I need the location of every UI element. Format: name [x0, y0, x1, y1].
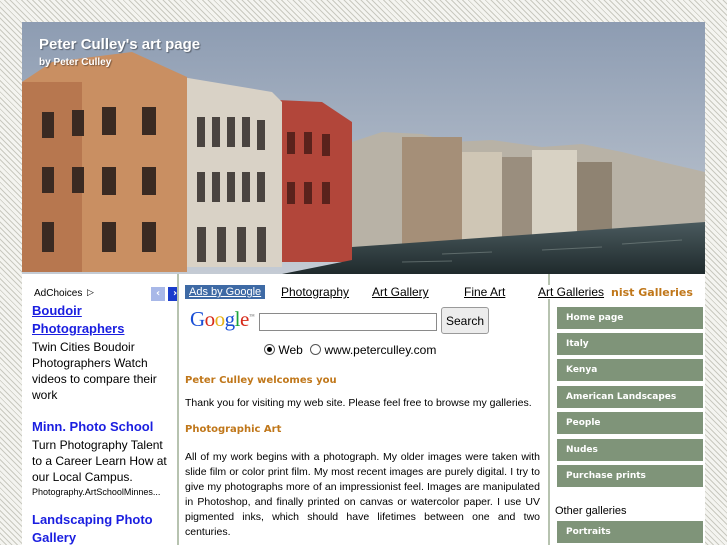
art-section: Photographic Art All of my work begins w… [185, 424, 540, 540]
google-logo-letter: g [224, 307, 236, 331]
ad-body: Turn Photography Talent to a Career Lear… [32, 438, 167, 484]
art-text: All of my work begins with a photograph.… [185, 451, 540, 538]
radio-web-label: Web [278, 343, 303, 357]
ad-title-line: Gallery [32, 530, 77, 545]
search-button[interactable]: Search [441, 307, 489, 334]
column-divider [177, 274, 179, 545]
ad-link-art-galleries[interactable]: Art Galleries [538, 285, 607, 299]
gallery-heading: nist Galleries [611, 286, 693, 299]
ad-title-line: Boudoir [32, 303, 82, 318]
adchoices-label[interactable]: AdChoices [34, 288, 82, 299]
search-scope-options: Web www.peterculley.com [264, 343, 436, 357]
header-banner: Peter Culley's art page by Peter Culley [22, 22, 705, 274]
nav-american-landscapes[interactable]: American Landscapes [557, 386, 703, 408]
welcome-text: Thank you for visiting my web site. Plea… [185, 397, 532, 409]
nav-italy[interactable]: Italy [557, 333, 703, 355]
ad-link-bar: Ads by Google Photography Art Gallery Fi… [185, 285, 542, 301]
ads-by-google-link[interactable]: Ads by Google [185, 285, 266, 299]
gallery-sidebar: nist Galleries Home page Italy Kenya Ame… [554, 274, 705, 545]
ad-prev-button[interactable]: ‹ [151, 287, 165, 301]
ad-column: AdChoices ▷ ‹ › Boudoir Photographers Tw… [22, 274, 177, 545]
main-column: Ads by Google Photography Art Gallery Fi… [185, 274, 542, 545]
venice-canal-photo [22, 22, 705, 274]
google-logo-letter: e [240, 307, 249, 331]
radio-site-label: www.peterculley.com [324, 343, 437, 357]
ad-item: Landscaping Photo Gallery [32, 511, 177, 545]
ad-title-link[interactable]: Landscaping Photo Gallery [32, 511, 173, 545]
nav-home-page[interactable]: Home page [557, 307, 703, 329]
search-input[interactable] [259, 313, 437, 331]
google-search-box: Google™ Search Web www.peterculley.com [190, 307, 510, 367]
google-logo-letter: o [204, 307, 216, 331]
ad-url[interactable]: Photography.ArtSchoolMinnes... [32, 487, 173, 497]
adchoices-play-icon[interactable]: ▷ [87, 288, 94, 298]
radio-web[interactable] [264, 344, 275, 355]
ad-title-line: Photographers [32, 321, 125, 336]
other-galleries-label: Other galleries [555, 505, 627, 517]
google-logo-letter: G [190, 307, 205, 331]
ad-title-link[interactable]: Minn. Photo School [32, 418, 173, 436]
nav-nudes[interactable]: Nudes [557, 439, 703, 461]
site-title[interactable]: Peter Culley's art page [39, 36, 200, 53]
ad-body: Twin Cities Boudoir Photographers Watch … [32, 340, 157, 402]
adchoices-bar: AdChoices ▷ ‹ › [32, 274, 177, 301]
ad-link-art-gallery[interactable]: Art Gallery [372, 285, 429, 299]
ad-item: Boudoir Photographers Twin Cities Boudoi… [32, 302, 177, 403]
ad-link-photography[interactable]: Photography [281, 285, 349, 299]
column-divider [548, 274, 550, 545]
nav-kenya[interactable]: Kenya [557, 359, 703, 381]
nav-portraits[interactable]: Portraits [557, 521, 703, 543]
google-logo-tm: ™ [248, 314, 255, 320]
nav-purchase-prints[interactable]: Purchase prints [557, 465, 703, 487]
nav-people[interactable]: People [557, 412, 703, 434]
google-logo: Google™ [190, 307, 255, 332]
ad-title-line: Landscaping Photo [32, 512, 153, 527]
welcome-section: Peter Culley welcomes you Thank you for … [185, 375, 540, 411]
site-byline: by Peter Culley [39, 57, 112, 68]
ad-link-fine-art[interactable]: Fine Art [464, 285, 505, 299]
welcome-heading: Peter Culley welcomes you [185, 375, 337, 386]
radio-site[interactable] [310, 344, 322, 355]
content-area: AdChoices ▷ ‹ › Boudoir Photographers Tw… [22, 274, 705, 545]
ad-item: Minn. Photo School Turn Photography Tale… [32, 418, 177, 497]
google-logo-letter: o [214, 307, 226, 331]
ad-title-link[interactable]: Boudoir Photographers [32, 302, 173, 338]
art-heading: Photographic Art [185, 424, 282, 435]
ad-next-button[interactable]: › [168, 287, 177, 301]
